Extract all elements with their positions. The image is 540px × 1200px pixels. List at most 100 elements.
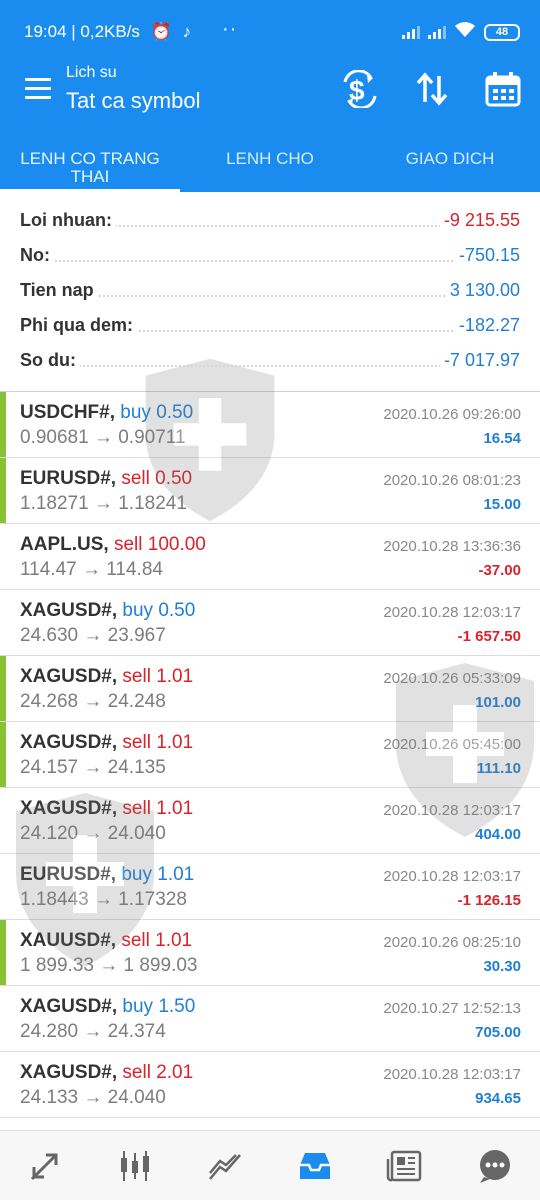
sort-icon[interactable] — [413, 70, 451, 108]
trade-prices: 24.157 → 24.135 — [20, 757, 166, 778]
trade-prices: 24.120 → 24.040 — [20, 823, 166, 844]
nav-chat[interactable] — [470, 1141, 520, 1191]
trade-symbol: XAGUSD#, sell 1.01 — [20, 798, 193, 820]
summary-value: -9 215.55 — [439, 210, 520, 231]
trade-symbol: XAGUSD#, buy 0.50 — [20, 600, 195, 622]
trade-symbol: XAGUSD#, sell 2.01 — [20, 1062, 193, 1084]
trade-profit: -1 126.15 — [457, 892, 521, 909]
trade-symbol-name: XAGUSD#, — [20, 666, 118, 687]
trade-symbol-name: AAPL.US, — [20, 534, 109, 555]
active-indicator — [0, 392, 6, 457]
trade-side: sell 0.50 — [121, 468, 193, 489]
trade-symbol: AAPL.US, sell 100.00 — [20, 534, 206, 556]
nav-history[interactable] — [290, 1141, 340, 1191]
trade-side: sell 1.01 — [121, 930, 193, 951]
summary-label: Tien nap — [20, 280, 98, 301]
trade-row[interactable]: XAUUSD#, sell 1.01 1 899.33 → 1 899.03 2… — [0, 920, 540, 986]
trade-symbol: XAGUSD#, sell 1.01 — [20, 732, 193, 754]
trade-profit: 705.00 — [475, 1024, 521, 1041]
summary-value: -7 017.97 — [439, 350, 520, 371]
trade-symbol-name: USDCHF#, — [20, 402, 116, 423]
menu-icon[interactable] — [25, 78, 51, 100]
tab-pending-orders[interactable]: LENH CHO — [180, 140, 360, 192]
trade-list: USDCHF#, buy 0.50 0.90681 → 0.90711 2020… — [0, 392, 540, 1118]
trade-time: 2020.10.28 13:36:36 — [383, 538, 521, 555]
trade-side: buy 0.50 — [122, 600, 196, 621]
active-indicator — [0, 458, 6, 523]
summary-panel: Loi nhuan: -9 215.55 No: -750.15 Tien na… — [0, 204, 540, 379]
summary-swap-row: Phi qua dem: -182.27 — [0, 309, 540, 344]
trade-row[interactable]: USDCHF#, buy 0.50 0.90681 → 0.90711 2020… — [0, 392, 540, 458]
header-title[interactable]: Tat ca symbol — [66, 88, 201, 114]
trade-prices: 0.90681 → 0.90711 — [20, 427, 186, 448]
trade-prices: 24.280 → 24.374 — [20, 1021, 166, 1042]
history-icon — [300, 1152, 330, 1179]
nav-quotes[interactable] — [20, 1141, 70, 1191]
trade-symbol: XAGUSD#, sell 1.01 — [20, 666, 193, 688]
calendar-icon[interactable] — [484, 70, 522, 108]
trade-profit: 30.30 — [483, 958, 521, 975]
trade-symbol-name: XAGUSD#, — [20, 1062, 118, 1083]
summary-value: -750.15 — [454, 245, 520, 266]
tab-deals[interactable]: GIAO DICH — [360, 140, 540, 192]
summary-label: Loi nhuan: — [20, 210, 116, 231]
tab-positions[interactable]: LENH CO TRANG THAI — [0, 140, 180, 192]
trade-profit: 404.00 — [475, 826, 521, 843]
trade-row[interactable]: XAGUSD#, sell 2.01 24.133 → 24.040 2020.… — [0, 1052, 540, 1118]
trade-profit: -1 657.50 — [457, 628, 521, 645]
trade-row[interactable]: EURUSD#, buy 1.01 1.18443 → 1.17328 2020… — [0, 854, 540, 920]
chat-icon — [480, 1149, 510, 1183]
trade-row[interactable]: AAPL.US, sell 100.00 114.47 → 114.84 202… — [0, 524, 540, 590]
trade-prices: 24.630 → 23.967 — [20, 625, 166, 646]
trade-symbol: XAGUSD#, buy 1.50 — [20, 996, 195, 1018]
active-indicator — [0, 920, 6, 985]
status-left: 19:04 | 0,2KB/s ⏰ ♪ — [24, 22, 191, 42]
trade-prices: 1.18271 → 1.18241 — [20, 493, 187, 514]
trade-time: 2020.10.27 12:52:13 — [383, 1000, 521, 1017]
summary-deposit-row: Tien nap 3 130.00 — [0, 274, 540, 309]
active-indicator — [0, 656, 6, 721]
trade-row[interactable]: XAGUSD#, sell 1.01 24.120 → 24.040 2020.… — [0, 788, 540, 854]
trade-icon — [209, 1153, 241, 1180]
trade-symbol-name: EURUSD#, — [20, 864, 117, 885]
trade-side: buy 1.01 — [121, 864, 195, 885]
trade-side: sell 1.01 — [122, 732, 194, 753]
trade-prices: 1 899.33 → 1 899.03 — [20, 955, 198, 976]
trade-symbol: EURUSD#, sell 0.50 — [20, 468, 192, 490]
trade-time: 2020.10.28 12:03:17 — [383, 868, 521, 885]
dotted-leader — [20, 260, 520, 262]
summary-label: No: — [20, 245, 54, 266]
trade-side: buy 1.50 — [122, 996, 196, 1017]
trade-row[interactable]: XAGUSD#, sell 1.01 24.268 → 24.248 2020.… — [0, 656, 540, 722]
nav-chart[interactable] — [110, 1141, 160, 1191]
trade-row[interactable]: XAGUSD#, sell 1.01 24.157 → 24.135 2020.… — [0, 722, 540, 788]
more-notifications-icon: ·· — [222, 18, 238, 40]
trade-row[interactable]: XAGUSD#, buy 0.50 24.630 → 23.967 2020.1… — [0, 590, 540, 656]
trade-symbol-name: XAGUSD#, — [20, 732, 118, 753]
trade-side: sell 1.01 — [122, 666, 194, 687]
trade-time: 2020.10.26 09:26:00 — [383, 406, 521, 423]
trade-symbol: EURUSD#, buy 1.01 — [20, 864, 194, 886]
trade-row[interactable]: XAGUSD#, buy 1.50 24.280 → 24.374 2020.1… — [0, 986, 540, 1052]
summary-value: -182.27 — [454, 315, 520, 336]
trade-row[interactable]: EURUSD#, sell 0.50 1.18271 → 1.18241 202… — [0, 458, 540, 524]
trade-prices: 1.18443 → 1.17328 — [20, 889, 187, 910]
nav-news[interactable] — [380, 1141, 430, 1191]
trade-side: buy 0.50 — [120, 402, 194, 423]
trade-time: 2020.10.26 08:25:10 — [383, 934, 521, 951]
header-subtitle: Lich su — [66, 64, 117, 81]
signal-icon-2 — [428, 25, 446, 39]
trade-time: 2020.10.28 12:03:17 — [383, 604, 521, 621]
currency-exchange-icon[interactable]: $ — [341, 69, 379, 110]
chart-icon — [121, 1150, 149, 1181]
nav-trade[interactable] — [200, 1141, 250, 1191]
trade-time: 2020.10.26 05:45:00 — [383, 736, 521, 753]
summary-label: Phi qua dem: — [20, 315, 138, 336]
wifi-icon — [454, 21, 476, 43]
signal-icon — [402, 25, 420, 39]
summary-label: So du: — [20, 350, 80, 371]
trade-side: sell 100.00 — [113, 534, 206, 555]
trade-symbol-name: XAGUSD#, — [20, 798, 118, 819]
tiktok-icon: ♪ — [182, 22, 192, 41]
status-bar: 19:04 | 0,2KB/s ⏰ ♪ ·· 48 — [0, 0, 540, 62]
